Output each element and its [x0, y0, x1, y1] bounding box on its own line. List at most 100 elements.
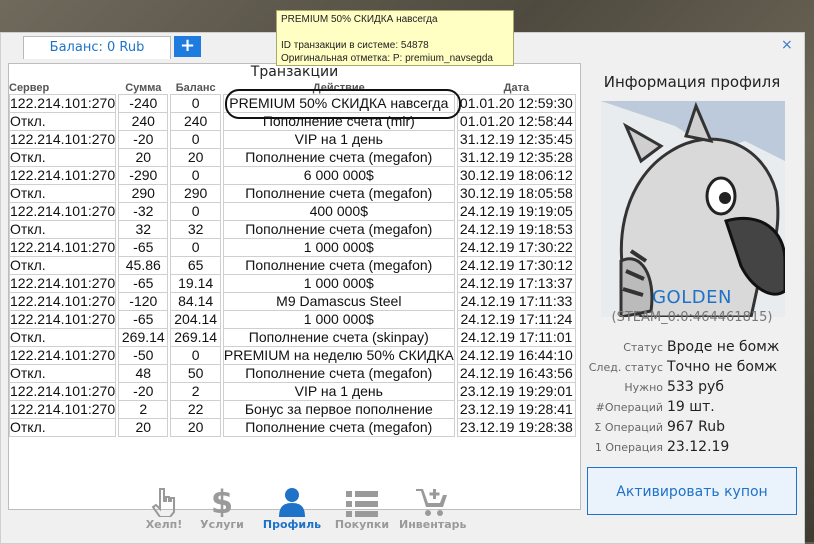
cell-server: 122.214.101:270 — [9, 275, 117, 293]
table-row[interactable]: Откл. 48 50 Пополнение счета (megafon) 24.12… — [9, 365, 576, 383]
table-row[interactable]: 122.214.101:270 -120 84.14 M9 Damascus Stee… — [9, 293, 576, 311]
nav-inventory-label: Инвентарь — [399, 518, 467, 531]
cell-sum: -120 — [118, 293, 169, 311]
field-operations-count: #Операций 19 шт. — [595, 399, 715, 415]
cell-action: 1 000 000$ — [222, 311, 455, 329]
table-row[interactable]: 122.214.101:270 2 22 Бонус за первое пополн… — [9, 401, 576, 419]
field-next-status: След. статус Точно не бомж — [588, 359, 778, 375]
cell-sum: 269.14 — [118, 329, 169, 347]
cart-plus-icon — [399, 485, 465, 517]
cell-balance: 269.14 — [170, 329, 221, 347]
table-row[interactable]: Откл. 32 32 Пополнение счета (megafon) 24.12… — [9, 221, 576, 239]
table-row[interactable]: 122.214.101:270 -50 0 PREMIUM на неделю 50%… — [9, 347, 576, 365]
table-row[interactable]: Откл. 269.14 269.14 Пополнение счета (skinp… — [9, 329, 576, 347]
cell-action: PREMIUM на неделю 50% СКИДКА — [222, 347, 455, 365]
nav-help-label: Хелп! — [145, 518, 183, 531]
cell-action: Пополнение счета (megafon) — [222, 221, 455, 239]
cell-action: 1 000 000$ — [222, 239, 455, 257]
cell-sum: -290 — [118, 167, 169, 185]
table-row[interactable]: 122.214.101:270 -65 19.14 1 000 000$ 24.12.1… — [9, 275, 576, 293]
column-header-server[interactable]: Сервер — [9, 82, 117, 95]
cell-server: Откл. — [9, 221, 117, 239]
cell-server: 122.214.101:270 — [9, 131, 117, 149]
cell-server: Откл. — [9, 419, 117, 437]
cell-server: 122.214.101:270 — [9, 311, 117, 329]
column-header-sum[interactable]: Сумма — [118, 82, 169, 95]
nav-profile-label: Профиль — [262, 518, 322, 531]
table-row[interactable]: 122.214.101:270 -20 0 VIP на 1 день 31.12.19… — [9, 131, 576, 149]
cell-sum: 290 — [118, 185, 169, 203]
table-row[interactable]: 122.214.101:270 -20 2 VIP на 1 день 23.12.19… — [9, 383, 576, 401]
cell-balance: 20 — [170, 149, 221, 167]
cell-balance: 22 — [170, 401, 221, 419]
cell-date: 24.12.19 16:44:10 — [456, 347, 576, 365]
table-row[interactable]: 122.214.101:270 -65 204.14 1 000 000$ 24.12.… — [9, 311, 576, 329]
tooltip-line-1: PREMIUM 50% СКИДКА навсегда — [281, 14, 438, 25]
add-balance-button[interactable]: + — [174, 36, 201, 57]
cell-sum: -240 — [118, 95, 169, 113]
bottom-nav: Хелп! $ Услуги Профиль Покупки Инвентарь — [131, 485, 467, 535]
transactions-title: Транзакции — [250, 64, 339, 80]
table-row[interactable]: Откл. 290 290 Пополнение счета (megafon) 30.… — [9, 185, 576, 203]
table-row[interactable]: 122.214.101:270 -65 0 1 000 000$ 24.12.19 17… — [9, 239, 576, 257]
cell-date: 23.12.19 19:28:41 — [456, 401, 576, 419]
balance-tab[interactable]: Баланс: 0 Rub — [23, 36, 171, 59]
profile-info-title: Информация профиля — [603, 73, 781, 91]
cell-date: 23.12.19 19:28:38 — [456, 419, 576, 437]
cell-action: VIP на 1 день — [222, 131, 455, 149]
hand-pointer-icon — [131, 485, 197, 517]
cell-action: Пополнение счета (megafon) — [222, 419, 455, 437]
cell-sum: 45.86 — [118, 257, 169, 275]
nav-inventory[interactable]: Инвентарь — [399, 485, 467, 535]
activate-coupon-button[interactable]: Активировать купон — [587, 467, 797, 515]
column-header-date[interactable]: Дата — [456, 82, 576, 95]
nav-services-label: Услуги — [200, 518, 244, 531]
nav-purchases-label: Покупки — [334, 518, 390, 531]
cell-action: 1 000 000$ — [222, 275, 455, 293]
cell-action: Пополнение счета (megafon) — [222, 257, 455, 275]
cell-date: 31.12.19 12:35:45 — [456, 131, 576, 149]
nav-help[interactable]: Хелп! — [131, 485, 197, 535]
cell-sum: 2 — [118, 401, 169, 419]
cell-balance: 20 — [170, 419, 221, 437]
cell-balance: 0 — [170, 95, 221, 113]
cell-balance: 0 — [170, 167, 221, 185]
table-row[interactable]: Откл. 45.86 65 Пополнение счета (megafon) 24… — [9, 257, 576, 275]
cell-balance: 0 — [170, 239, 221, 257]
cell-balance: 84.14 — [170, 293, 221, 311]
cell-server: 122.214.101:270 — [9, 401, 117, 419]
column-header-balance[interactable]: Баланс — [170, 82, 221, 95]
nav-services[interactable]: $ Услуги — [189, 485, 255, 535]
table-row[interactable]: Откл. 20 20 Пополнение счета (megafon) 31.12… — [9, 149, 576, 167]
steam-id: (STEAM_0:0:464461815) — [611, 310, 773, 325]
cell-date: 01.01.20 12:58:44 — [456, 113, 576, 131]
cell-server: 122.214.101:270 — [9, 383, 117, 401]
user-icon — [259, 485, 325, 517]
dollar-icon: $ — [189, 485, 255, 517]
cell-server: 122.214.101:270 — [9, 167, 117, 185]
cell-server: Откл. — [9, 365, 117, 383]
cell-sum: 48 — [118, 365, 169, 383]
nav-profile[interactable]: Профиль — [259, 485, 325, 535]
cell-server: Откл. — [9, 113, 117, 131]
cell-action: Пополнение счета (skinpay) — [222, 329, 455, 347]
cell-date: 24.12.19 17:30:12 — [456, 257, 576, 275]
nav-purchases[interactable]: Покупки — [329, 485, 395, 535]
cell-server: Откл. — [9, 329, 117, 347]
close-icon[interactable]: × — [781, 37, 793, 53]
cell-balance: 0 — [170, 347, 221, 365]
cell-date: 24.12.19 19:19:05 — [456, 203, 576, 221]
cell-balance: 32 — [170, 221, 221, 239]
cell-server: 122.214.101:270 — [9, 239, 117, 257]
cell-balance: 2 — [170, 383, 221, 401]
table-row[interactable]: 122.214.101:270 -32 0 400 000$ 24.12.19 19:1… — [9, 203, 576, 221]
cell-sum: -20 — [118, 131, 169, 149]
list-icon — [329, 485, 395, 517]
field-operations-sum: Σ Операций 967 Rub — [594, 419, 726, 435]
cell-sum: -65 — [118, 239, 169, 257]
tooltip-line-2: ID транзакции в системе: 54878 — [281, 40, 429, 51]
table-row[interactable]: 122.214.101:270 -290 0 6 000 000$ 30.12.19 1… — [9, 167, 576, 185]
cell-balance: 50 — [170, 365, 221, 383]
field-needed: Нужно 533 руб — [624, 379, 724, 395]
table-row[interactable]: Откл. 20 20 Пополнение счета (megafon) 23.12… — [9, 419, 576, 437]
